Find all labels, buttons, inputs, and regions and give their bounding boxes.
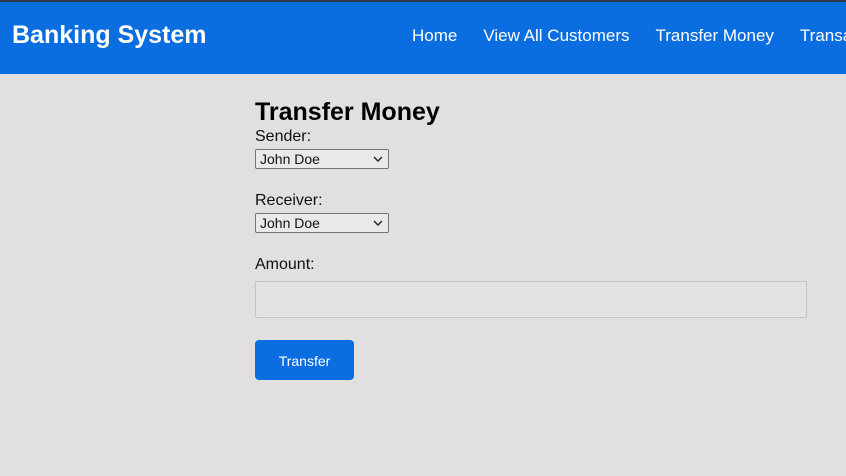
brand-logo[interactable]: Banking System: [12, 21, 207, 50]
transfer-form: Transfer Money Sender: John Doe Receiver…: [255, 97, 815, 380]
sender-label: Sender:: [255, 128, 312, 145]
page-title: Transfer Money: [255, 98, 440, 126]
receiver-select[interactable]: John Doe: [255, 213, 389, 233]
sender-selected-value: John Doe: [260, 151, 320, 167]
amount-input[interactable]: [255, 281, 807, 318]
navbar: Banking System Home View All Customers T…: [0, 0, 846, 74]
nav-home[interactable]: Home: [412, 26, 457, 46]
receiver-selected-value: John Doe: [260, 215, 320, 231]
nav-transaction-history[interactable]: Transaction History: [800, 26, 846, 46]
transfer-button[interactable]: Transfer: [255, 340, 354, 380]
nav-view-all-customers[interactable]: View All Customers: [483, 26, 629, 46]
sender-select[interactable]: John Doe: [255, 149, 389, 169]
chevron-down-icon: [373, 220, 383, 226]
receiver-label: Receiver:: [255, 192, 323, 209]
chevron-down-icon: [373, 156, 383, 162]
nav-links: Home View All Customers Transfer Money T…: [412, 26, 846, 46]
amount-label: Amount:: [255, 256, 315, 273]
nav-transfer-money[interactable]: Transfer Money: [656, 26, 774, 46]
